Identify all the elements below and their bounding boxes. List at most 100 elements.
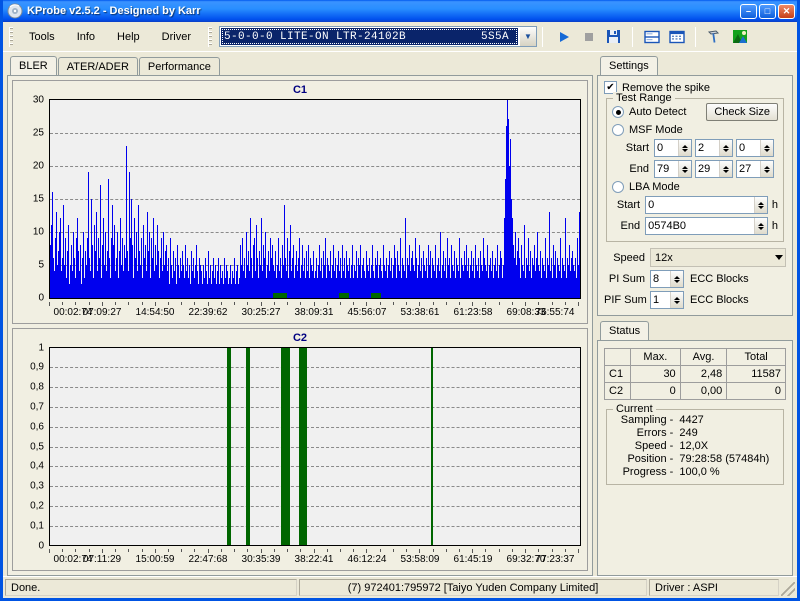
lba-start-arrows[interactable]	[754, 197, 767, 213]
current-group: Current Sampling - 4427 Errors - 249 Spe…	[606, 409, 784, 485]
c1-y-tick: 30	[33, 95, 44, 106]
auto-detect-radio[interactable]	[612, 106, 624, 118]
title-bar: KProbe v2.5.2 - Designed by Karr – □ ✕	[3, 0, 797, 22]
menu-item-tools[interactable]: Tools	[18, 28, 66, 46]
msf-start-frames-stepper[interactable]	[736, 139, 774, 157]
msf-end-frames-stepper[interactable]	[736, 160, 774, 178]
msf-start-seconds-arrows[interactable]	[719, 140, 732, 156]
start-scan-button[interactable]	[552, 26, 575, 48]
c2-y-tick: 0,9	[30, 362, 44, 373]
tab-ater-ader[interactable]: ATER/ADER	[58, 57, 138, 75]
msf-start-minutes-input[interactable]	[655, 140, 678, 156]
lba-end-unit: h	[772, 220, 778, 232]
tab-bler[interactable]: BLER	[10, 56, 57, 75]
resize-grip[interactable]	[781, 582, 795, 596]
c2-x-tick	[552, 549, 553, 552]
report-button[interactable]	[665, 26, 688, 48]
pi-sum-input[interactable]	[651, 271, 670, 287]
c1-y-axis: 051015202530	[13, 99, 47, 299]
msf-end-seconds-arrows[interactable]	[719, 161, 732, 177]
speed-value: 12x	[655, 252, 673, 264]
c1-x-tick-label: 30:25:27	[242, 307, 281, 318]
tab-performance[interactable]: Performance	[139, 57, 220, 75]
c2-spike	[246, 347, 250, 545]
minimize-button[interactable]: –	[740, 4, 757, 19]
hammer-icon[interactable]	[703, 26, 726, 48]
msf-start-seconds-stepper[interactable]	[695, 139, 733, 157]
chevron-down-icon[interactable]: ▼	[519, 27, 536, 46]
c2-x-tick-label: 07:11:29	[83, 554, 121, 565]
c2-x-tick	[194, 549, 195, 552]
drive-selector[interactable]: 5-0-0-0 LITE-ON LTR-24102B 5S5A ▼	[217, 26, 537, 47]
menu-item-info[interactable]: Info	[66, 28, 106, 46]
speed-select[interactable]: 12x	[650, 248, 786, 267]
picture-icon[interactable]	[728, 26, 751, 48]
c1-x-tick	[499, 302, 500, 305]
msf-start-minutes-arrows[interactable]	[678, 140, 691, 156]
check-size-button[interactable]: Check Size	[706, 103, 778, 121]
kprobe-window: KProbe v2.5.2 - Designed by Karr – □ ✕ T…	[0, 0, 800, 601]
lba-end-stepper[interactable]	[645, 217, 768, 235]
c2-chart-title: C2	[13, 332, 587, 344]
c1-x-tick	[446, 302, 447, 305]
window-title: KProbe v2.5.2 - Designed by Karr	[27, 5, 740, 17]
pif-sum-input[interactable]	[651, 292, 670, 308]
pi-sum-stepper[interactable]	[650, 270, 684, 288]
c1-x-tick	[62, 302, 63, 305]
lba-end-label: End	[612, 220, 645, 232]
lba-mode-radio[interactable]	[612, 181, 624, 193]
disc-info-button[interactable]	[640, 26, 663, 48]
pi-sum-arrows[interactable]	[670, 271, 683, 287]
stop-scan-button[interactable]	[577, 26, 600, 48]
msf-end-seconds-stepper[interactable]	[695, 160, 733, 178]
msf-start-seconds-input[interactable]	[696, 140, 719, 156]
errors-value: 249	[679, 427, 778, 439]
msf-end-frames-input[interactable]	[737, 161, 760, 177]
lba-start-unit: h	[772, 199, 778, 211]
msf-end-seconds-input[interactable]	[696, 161, 719, 177]
c1-x-tick-label: 38:09:31	[295, 307, 334, 318]
c1-x-tick	[353, 302, 354, 305]
msf-end-minutes-stepper[interactable]	[654, 160, 692, 178]
msf-start-frames-arrows[interactable]	[760, 140, 773, 156]
c2-x-tick	[446, 549, 447, 552]
c2-y-axis: 00,10,20,30,40,50,60,70,80,91	[13, 347, 47, 547]
msf-end-minutes-input[interactable]	[655, 161, 678, 177]
c2-gridline	[50, 506, 580, 507]
c1-x-axis: 00:02:7407:09:2714:54:5022:39:6230:25:27…	[49, 307, 581, 321]
msf-start-frames-input[interactable]	[737, 140, 760, 156]
menu-item-driver[interactable]: Driver	[151, 28, 202, 46]
pif-sum-stepper[interactable]	[650, 291, 684, 309]
drive-gripper[interactable]	[208, 27, 212, 47]
speed-current-label: Speed -	[612, 440, 673, 452]
msf-start-label: Start	[612, 142, 654, 154]
lba-end-input[interactable]	[646, 218, 754, 234]
save-button[interactable]	[602, 26, 625, 48]
lba-end-arrows[interactable]	[754, 218, 767, 234]
lba-start-stepper[interactable]	[645, 196, 768, 214]
msf-end-frames-arrows[interactable]	[760, 161, 773, 177]
c1-x-tick	[406, 302, 407, 305]
errors-label: Errors -	[612, 427, 673, 439]
menu-gripper[interactable]	[9, 27, 13, 47]
maximize-button[interactable]: □	[759, 4, 776, 19]
pif-sum-unit: ECC Blocks	[690, 294, 749, 306]
c2-x-tick	[565, 549, 566, 552]
lba-start-input[interactable]	[646, 197, 754, 213]
menu-item-help[interactable]: Help	[106, 28, 151, 46]
c1-y-tick: 25	[33, 128, 44, 139]
c2-x-tick	[234, 549, 235, 552]
tab-status[interactable]: Status	[600, 321, 649, 340]
c2-x-tick	[353, 549, 354, 552]
c1-y-tick: 10	[33, 227, 44, 238]
drive-combobox[interactable]: 5-0-0-0 LITE-ON LTR-24102B 5S5A ▼	[219, 26, 537, 47]
chevron-down-icon[interactable]	[775, 255, 783, 260]
tab-settings[interactable]: Settings	[600, 56, 658, 75]
msf-start-minutes-stepper[interactable]	[654, 139, 692, 157]
msf-mode-radio[interactable]	[612, 124, 624, 136]
c1-avg-value: 2,48	[680, 366, 727, 383]
msf-end-minutes-arrows[interactable]	[678, 161, 691, 177]
current-values: Sampling - 4427 Errors - 249 Speed - 12,…	[612, 414, 778, 478]
close-button[interactable]: ✕	[778, 4, 795, 19]
pif-sum-arrows[interactable]	[670, 292, 683, 308]
